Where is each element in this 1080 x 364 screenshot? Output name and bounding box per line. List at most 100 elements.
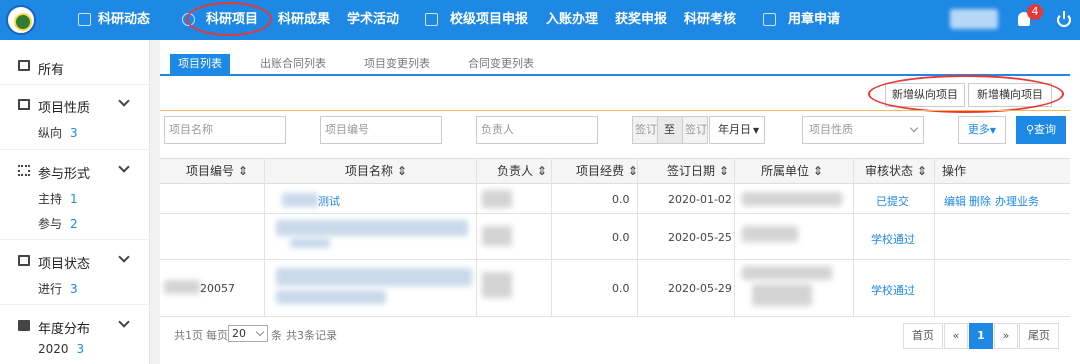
filter-count: 3 — [76, 342, 85, 356]
sidebar-group-project-status[interactable]: 项目状态 — [0, 246, 150, 272]
nav-item-award-application[interactable]: 获奖申报 — [615, 0, 667, 40]
project-name-blurred — [282, 193, 318, 207]
project-name-blurred[interactable] — [276, 220, 468, 236]
sidebar-item-label: 所有 — [38, 63, 65, 78]
sidebar-group-participation[interactable]: 参与形式 — [0, 156, 150, 182]
sidebar-filter-2020[interactable]: 2020 3 — [38, 342, 84, 356]
sign-date-cell: 2020-05-25 — [668, 231, 732, 244]
filter-label: 进行 — [38, 282, 63, 296]
more-filters-button[interactable]: 更多▼ — [958, 116, 1006, 144]
sidebar-gutter — [150, 40, 160, 364]
highlight-ring — [868, 75, 1064, 113]
chevron-down-icon — [909, 123, 919, 133]
user-name-blurred[interactable] — [950, 9, 998, 29]
column-header-actions: 操作 — [942, 164, 967, 178]
sign-date-start-input[interactable]: 签订 — [632, 116, 658, 144]
owner-blurred — [482, 190, 512, 208]
row-divider — [160, 259, 1070, 260]
project-nature-select[interactable]: 项目性质 — [802, 116, 924, 144]
unit-blurred — [742, 226, 798, 242]
prev-page-button[interactable]: « — [944, 323, 968, 349]
column-header-funding[interactable]: 项目经费 ⇕ — [576, 158, 638, 184]
tab-contract-changes[interactable]: 合同变更列表 — [460, 54, 542, 74]
tab-outgoing-contracts[interactable]: 出账合同列表 — [252, 54, 334, 74]
nav-item-academic-activities[interactable]: 学术活动 — [347, 0, 399, 40]
calendar-icon — [18, 320, 30, 331]
column-header-name[interactable]: 项目名称 ⇕ — [345, 158, 407, 184]
divider — [0, 239, 150, 240]
project-name-blurred[interactable] — [276, 268, 472, 286]
chevron-down-icon — [118, 251, 130, 263]
sign-date-end-input[interactable]: 签订 — [682, 116, 708, 144]
query-button[interactable]: ⚲查询 — [1016, 116, 1066, 144]
filter-count: 3 — [70, 282, 78, 296]
stamp-icon — [763, 13, 776, 26]
chevron-down-icon — [255, 327, 265, 337]
edit-link[interactable]: 编辑 — [944, 193, 966, 209]
column-divider — [853, 158, 854, 316]
funding-cell: 0.0 — [612, 231, 630, 244]
sidebar-item-all[interactable]: 所有 — [0, 40, 150, 82]
highlight-ring — [186, 2, 272, 36]
edit-icon — [425, 13, 438, 26]
nav-item-accounting[interactable]: 入账办理 — [546, 0, 598, 40]
page-1-button[interactable]: 1 — [969, 323, 993, 349]
filter-divider — [160, 110, 1070, 111]
column-divider — [264, 158, 265, 316]
project-name-input[interactable]: 项目名称 — [164, 116, 286, 144]
column-header-number[interactable]: 项目编号 ⇕ — [186, 158, 248, 184]
filter-label: 2020 — [38, 342, 69, 356]
handle-business-link[interactable]: 办理业务 — [995, 193, 1039, 209]
sidebar-group-year[interactable]: 年度分布 — [0, 311, 150, 337]
sidebar-filter-participate[interactable]: 参与 2 — [38, 215, 78, 232]
sidebar-filter-in-progress[interactable]: 进行 3 — [38, 280, 78, 297]
nav-item-research-results[interactable]: 科研成果 — [278, 0, 330, 40]
owner-blurred — [482, 272, 512, 298]
sidebar-group-project-nature[interactable]: 项目性质 — [0, 90, 150, 116]
column-divider — [637, 158, 638, 316]
unit-blurred — [752, 284, 812, 306]
column-title: 项目名称 — [345, 164, 394, 178]
sidebar-group-title: 项目状态 — [38, 257, 91, 272]
date-unit-select[interactable]: 年月日 ▼ — [709, 116, 765, 144]
divider — [0, 304, 150, 305]
project-name-blurred — [290, 238, 330, 248]
tab-project-list[interactable]: 项目列表 — [170, 54, 230, 74]
status-submitted[interactable]: 已提交 — [876, 193, 909, 209]
next-page-button[interactable]: » — [994, 323, 1018, 349]
sign-date-cell: 2020-05-29 — [668, 282, 732, 295]
filter-sidebar: 所有 项目性质 纵向 3 参与形式 主持 1 参与 2 项目状态 进行 3 年度分布 2… — [0, 40, 150, 364]
column-header-date[interactable]: 签订日期 ⇕ — [667, 158, 729, 184]
unit-blurred — [742, 266, 832, 280]
per-page-select[interactable]: 20 — [228, 325, 268, 342]
owner-input[interactable]: 负责人 — [476, 116, 598, 144]
last-page-button[interactable]: 尾页 — [1019, 323, 1059, 349]
row-divider — [160, 213, 1070, 214]
nav-item-school-project-application[interactable]: 校级项目申报 — [450, 0, 528, 40]
university-logo-icon[interactable] — [6, 5, 36, 35]
tab-project-changes[interactable]: 项目变更列表 — [356, 54, 438, 74]
first-page-button[interactable]: 首页 — [903, 323, 943, 349]
document-icon — [18, 99, 30, 110]
status-school-approved[interactable]: 学校通过 — [871, 231, 915, 247]
nav-item-research-assessment[interactable]: 科研考核 — [684, 0, 736, 40]
column-header-status[interactable]: 审核状态 ⇕ — [865, 158, 927, 184]
status-school-approved[interactable]: 学校通过 — [871, 282, 915, 298]
column-header-unit[interactable]: 所属单位 ⇕ — [761, 158, 823, 184]
project-number-input[interactable]: 项目编号 — [320, 116, 442, 144]
column-divider — [934, 158, 935, 316]
caret-down-icon: ▼ — [753, 126, 760, 135]
delete-link[interactable]: 删除 — [969, 193, 991, 209]
document-icon — [18, 255, 30, 266]
nav-item-seal-application[interactable]: 用章申请 — [788, 0, 840, 40]
sidebar-filter-host[interactable]: 主持 1 — [38, 190, 78, 207]
list-icon — [18, 60, 30, 71]
date-unit-label: 年月日 — [718, 123, 751, 136]
column-title: 审核状态 — [865, 164, 914, 178]
divider — [0, 84, 150, 85]
sidebar-filter-vertical[interactable]: 纵向 3 — [38, 124, 78, 141]
power-icon[interactable] — [1057, 11, 1071, 27]
nav-item-research-news[interactable]: 科研动态 — [98, 0, 150, 40]
column-header-owner[interactable]: 负责人 ⇕ — [497, 158, 547, 184]
project-name-link[interactable]: 测试 — [318, 193, 340, 209]
